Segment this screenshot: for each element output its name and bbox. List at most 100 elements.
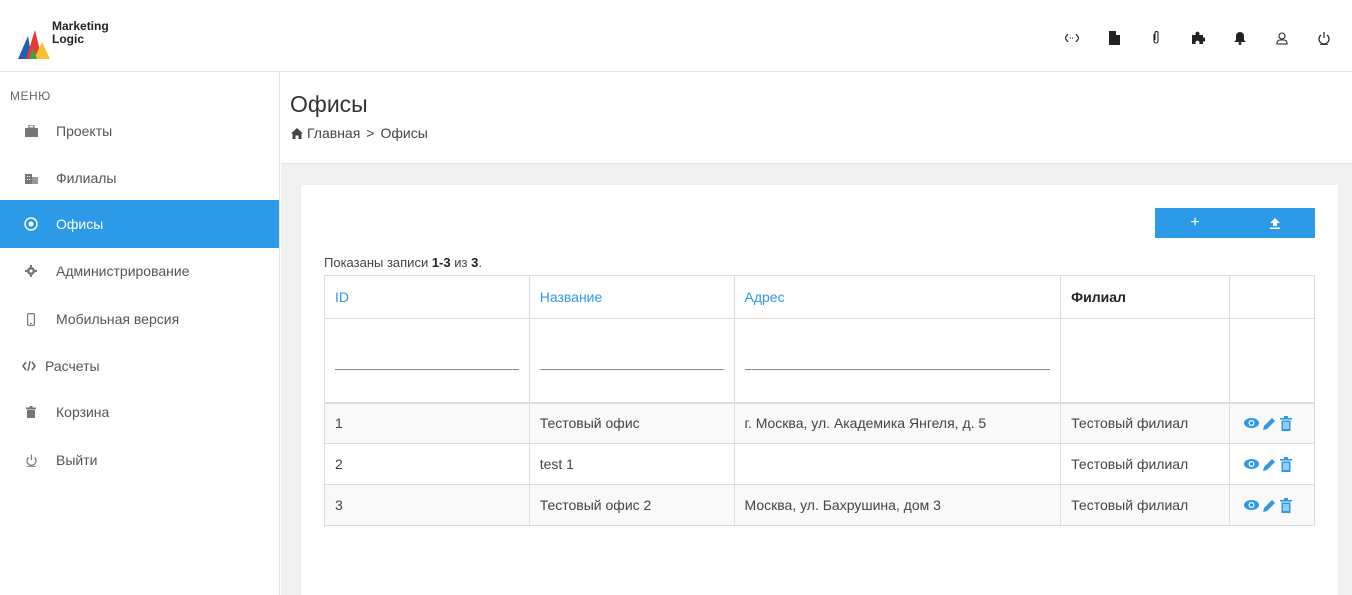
- main-content: Офисы Главная > Офисы + Показаны записи …: [281, 72, 1352, 595]
- filter-cell-name: [528, 318, 735, 404]
- cell-address: г. Москва, ул. Академика Янгеля, д. 5: [733, 402, 1062, 444]
- edit-icon[interactable]: [1263, 458, 1276, 471]
- filter-row: [324, 318, 1315, 404]
- cell-id: 1: [324, 402, 530, 444]
- power-icon: [24, 453, 38, 467]
- code-icon: [22, 359, 36, 373]
- sidebar-item-label: Администрирование: [56, 263, 190, 279]
- sidebar-item-branches[interactable]: Филиалы: [0, 154, 279, 202]
- summary-range: 1-3: [431, 255, 451, 270]
- mobile-icon: [24, 312, 38, 326]
- puzzle-icon[interactable]: [1182, 26, 1214, 50]
- cell-id: 3: [324, 484, 530, 526]
- sidebar-item-label: Расчеты: [45, 358, 100, 374]
- file-icon[interactable]: [1098, 26, 1130, 50]
- upload-icon: [1270, 217, 1280, 229]
- top-icon-bar: [1046, 26, 1340, 50]
- cell-name: test 1: [528, 443, 735, 485]
- column-header-id[interactable]: ID: [324, 275, 530, 319]
- upload-button[interactable]: [1235, 208, 1315, 238]
- menu-label: МЕНЮ: [10, 89, 51, 103]
- sidebar-item-administration[interactable]: Администрирование: [0, 247, 279, 295]
- cell-name: Тестовый офис: [528, 402, 735, 444]
- add-button[interactable]: +: [1155, 208, 1235, 238]
- column-header-actions: [1229, 275, 1315, 319]
- page-title: Офисы: [290, 91, 368, 117]
- sidebar-item-label: Филиалы: [56, 170, 117, 186]
- cell-name: Тестовый офис 2: [528, 484, 735, 526]
- filter-cell-branch: [1060, 318, 1230, 404]
- code-icon[interactable]: [1056, 26, 1088, 50]
- view-icon[interactable]: [1244, 500, 1259, 510]
- filter-name-input[interactable]: [539, 369, 724, 370]
- trash-icon: [24, 405, 38, 419]
- view-icon[interactable]: [1244, 459, 1259, 469]
- cell-actions: [1229, 484, 1315, 526]
- filter-id-input[interactable]: [335, 369, 519, 370]
- filter-address-input[interactable]: [744, 369, 1051, 370]
- cell-address: [733, 443, 1062, 485]
- sidebar-item-label: Проекты: [56, 123, 113, 139]
- table-row: 2 test 1 Тестовый филиал: [324, 443, 1315, 485]
- sidebar-item-projects[interactable]: Проекты: [0, 107, 279, 155]
- sidebar-item-label: Офисы: [56, 216, 104, 232]
- table-header-row: ID Название Адрес Филиал: [324, 275, 1315, 319]
- filter-cell-address: [733, 318, 1062, 404]
- column-header-address[interactable]: Адрес: [733, 275, 1062, 319]
- home-icon: [291, 127, 303, 139]
- offices-card: + Показаны записи 1-3 из 3. ID Название …: [301, 185, 1338, 595]
- sidebar: МЕНЮ Проекты Филиалы Офисы Администриров…: [0, 72, 280, 595]
- sidebar-item-label: Мобильная версия: [56, 311, 180, 327]
- sidebar-item-label: Корзина: [56, 404, 110, 420]
- cell-actions: [1229, 402, 1315, 444]
- view-icon[interactable]: [1244, 418, 1259, 429]
- summary-prefix: Показаны записи: [324, 255, 432, 270]
- logo-line-2: Logic: [52, 32, 84, 46]
- top-bar: Marketing Logic: [0, 0, 1352, 72]
- toolbar: +: [1155, 208, 1315, 238]
- breadcrumb-separator: >: [366, 125, 375, 141]
- cell-id: 2: [324, 443, 530, 485]
- cell-actions: [1229, 443, 1315, 485]
- target-icon: [24, 217, 38, 231]
- building-icon: [24, 171, 38, 185]
- edit-icon[interactable]: [1263, 499, 1276, 512]
- offices-table: ID Название Адрес Филиал 1 Тестовый офис…: [324, 275, 1315, 526]
- table-row: 1 Тестовый офис г. Москва, ул. Академика…: [324, 402, 1315, 444]
- edit-icon[interactable]: [1263, 417, 1276, 430]
- breadcrumb-current: Офисы: [380, 125, 428, 141]
- sidebar-item-trash[interactable]: Корзина: [0, 388, 279, 436]
- sidebar-item-mobile[interactable]: Мобильная версия: [0, 295, 279, 343]
- filter-cell-actions: [1229, 318, 1315, 404]
- cell-address: Москва, ул. Бахрушина, дом 3: [733, 484, 1062, 526]
- delete-icon[interactable]: [1280, 456, 1292, 472]
- paperclip-icon[interactable]: [1140, 26, 1172, 50]
- gear-icon: [24, 264, 38, 278]
- column-header-branch: Филиал: [1060, 275, 1230, 319]
- logo[interactable]: Marketing Logic: [18, 20, 109, 60]
- logo-text: Marketing Logic: [52, 20, 109, 46]
- page-header: Офисы Главная > Офисы: [281, 72, 1352, 164]
- cell-branch: Тестовый филиал: [1060, 484, 1230, 526]
- table-row: 3 Тестовый офис 2 Москва, ул. Бахрушина,…: [324, 484, 1315, 526]
- bell-icon[interactable]: [1224, 26, 1256, 50]
- sidebar-item-label: Выйти: [56, 452, 98, 468]
- summary-suffix: .: [478, 255, 482, 270]
- sidebar-item-logout[interactable]: Выйти: [0, 436, 279, 484]
- column-header-name[interactable]: Название: [528, 275, 735, 319]
- records-summary: Показаны записи 1-3 из 3.: [324, 255, 482, 270]
- breadcrumb-home-link[interactable]: Главная: [307, 125, 360, 141]
- user-icon[interactable]: [1266, 26, 1298, 50]
- summary-mid: из: [450, 255, 472, 270]
- logo-mark-icon: [18, 30, 50, 59]
- delete-icon[interactable]: [1280, 415, 1292, 431]
- power-icon[interactable]: [1308, 26, 1340, 50]
- briefcase-icon: [24, 124, 38, 138]
- cell-branch: Тестовый филиал: [1060, 402, 1230, 444]
- sidebar-item-calculations[interactable]: Расчеты: [0, 342, 279, 390]
- sidebar-item-offices[interactable]: Офисы: [0, 200, 279, 248]
- filter-cell-id: [324, 318, 530, 404]
- cell-branch: Тестовый филиал: [1060, 443, 1230, 485]
- breadcrumb: Главная > Офисы: [291, 125, 428, 141]
- delete-icon[interactable]: [1280, 497, 1292, 513]
